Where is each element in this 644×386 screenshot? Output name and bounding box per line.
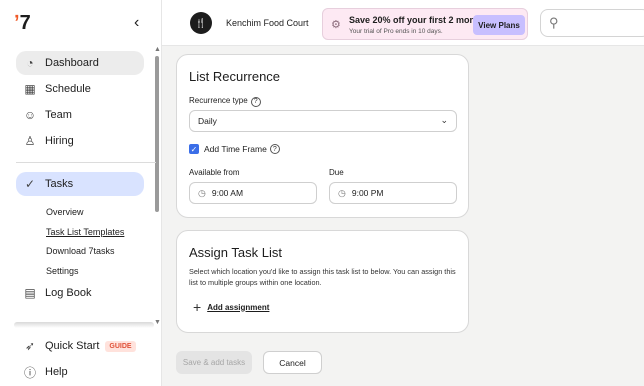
- discount-icon: ⚙: [331, 19, 341, 31]
- due-time-input[interactable]: ◷ 9:00 PM: [329, 182, 457, 204]
- available-from-time-input[interactable]: ◷ 9:00 AM: [189, 182, 317, 204]
- check-icon: ✓: [24, 177, 36, 191]
- promo-title: Save 20% off your first 2 months: [349, 15, 489, 25]
- utensils-icon: 🍴: [195, 17, 207, 28]
- assign-description: Select which location you'd like to assi…: [189, 267, 456, 287]
- sidebar-item-label: Quick Start: [45, 340, 100, 352]
- sidebar-item-dashboard[interactable]: ◔ Dashboard: [16, 51, 144, 75]
- sidebar-item-team[interactable]: ☺ Team: [16, 103, 144, 127]
- question-icon: ⓘ: [23, 365, 36, 380]
- sidebar-subitem-settings[interactable]: Settings: [46, 266, 79, 276]
- add-time-frame-label: Add Time Frame: [204, 144, 267, 154]
- sidebar-subitem-task-list-templates[interactable]: Task List Templates: [46, 227, 124, 237]
- avatar[interactable]: 🍴: [190, 12, 212, 34]
- sidebar-item-label: Schedule: [45, 83, 91, 95]
- cancel-button[interactable]: Cancel: [263, 351, 322, 374]
- plus-icon: +: [193, 299, 202, 315]
- rocket-icon: ➶: [24, 339, 36, 353]
- recurrence-type-label: Recurrence type?: [189, 96, 261, 107]
- section-title: Assign Task List: [189, 245, 282, 260]
- sidebar-item-label: Team: [45, 109, 72, 121]
- sidebar: ʼ7 ‹ ▲ ▼ ◔ Dashboard ▦ Schedule ☺ Team ♙…: [0, 0, 162, 386]
- book-icon: ▤: [24, 286, 36, 300]
- clock-icon: ◷: [338, 187, 346, 198]
- sidebar-item-logbook[interactable]: ▤ Log Book: [16, 281, 144, 305]
- top-header: 🍴 Kenchim Food Court ⚙ Save 20% off your…: [162, 0, 644, 46]
- scroll-down-icon[interactable]: ▼: [154, 319, 161, 326]
- assign-task-list-card: Assign Task List Select which location y…: [176, 230, 469, 333]
- sidebar-subitem-download-7tasks[interactable]: Download 7tasks: [46, 246, 115, 256]
- scroll-up-icon[interactable]: ▲: [154, 46, 161, 53]
- sidebar-item-label: Help: [45, 366, 68, 378]
- due-label: Due: [329, 168, 344, 177]
- promo-subtitle: Your trial of Pro ends in 10 days.: [349, 28, 443, 35]
- list-recurrence-card: List Recurrence Recurrence type? Daily ⌄…: [176, 54, 469, 218]
- section-title: List Recurrence: [189, 69, 281, 84]
- view-plans-button[interactable]: View Plans: [473, 15, 525, 35]
- sidebar-item-hiring[interactable]: ♙ Hiring: [16, 129, 144, 153]
- sidebar-divider: [16, 162, 156, 163]
- chevron-left-icon[interactable]: ‹: [134, 14, 139, 32]
- help-icon[interactable]: ?: [269, 144, 280, 154]
- sidebar-item-label: Log Book: [45, 287, 92, 299]
- sidebar-item-label: Hiring: [45, 135, 74, 147]
- dashboard-icon: ◔: [26, 56, 34, 70]
- checkbox-checked-icon[interactable]: ✓: [189, 144, 199, 154]
- add-assignment-label: Add assignment: [207, 302, 270, 312]
- due-value: 9:00 PM: [351, 188, 384, 198]
- clock-icon: ◷: [198, 187, 206, 198]
- sidebar-subitem-overview[interactable]: Overview: [46, 207, 84, 217]
- organization-name[interactable]: Kenchim Food Court: [226, 18, 309, 28]
- sidebar-item-tasks[interactable]: ✓ Tasks: [16, 172, 144, 196]
- sidebar-item-schedule[interactable]: ▦ Schedule: [16, 77, 144, 101]
- guide-badge: GUIDE: [105, 340, 136, 352]
- sidebar-item-label: Dashboard: [45, 57, 99, 69]
- search-icon: ⚲: [549, 15, 559, 30]
- smile-icon: ☺: [23, 108, 37, 122]
- save-and-add-tasks-button[interactable]: Save & add tasks: [176, 351, 252, 374]
- app-logo[interactable]: ʼ7: [14, 12, 31, 35]
- recurrence-type-value: Daily: [198, 116, 217, 126]
- available-from-label: Available from: [189, 168, 240, 177]
- recurrence-type-select[interactable]: Daily ⌄: [189, 110, 457, 132]
- add-assignment-button[interactable]: + Add assignment: [193, 299, 270, 315]
- sidebar-item-quick-start[interactable]: ➶ Quick Start GUIDE: [16, 334, 144, 358]
- help-icon[interactable]: ?: [250, 96, 261, 107]
- calendar-icon: ▦: [24, 82, 36, 96]
- search-input[interactable]: ⚲: [540, 9, 644, 37]
- add-time-frame-checkbox[interactable]: ✓ Add Time Frame?: [189, 144, 280, 154]
- sidebar-scrollbar[interactable]: ▲ ▼: [153, 44, 161, 326]
- sidebar-item-help[interactable]: ⓘ Help: [16, 360, 144, 384]
- sidebar-item-label: Tasks: [45, 178, 74, 190]
- available-from-value: 9:00 AM: [211, 188, 244, 198]
- sidebar-scroll-shadow: [14, 322, 154, 328]
- scrollbar-thumb[interactable]: [155, 56, 159, 212]
- chevron-down-icon: ⌄: [440, 115, 448, 125]
- person-search-icon: ♙: [24, 134, 36, 148]
- promo-banner: ⚙ Save 20% off your first 2 months Your …: [322, 8, 528, 40]
